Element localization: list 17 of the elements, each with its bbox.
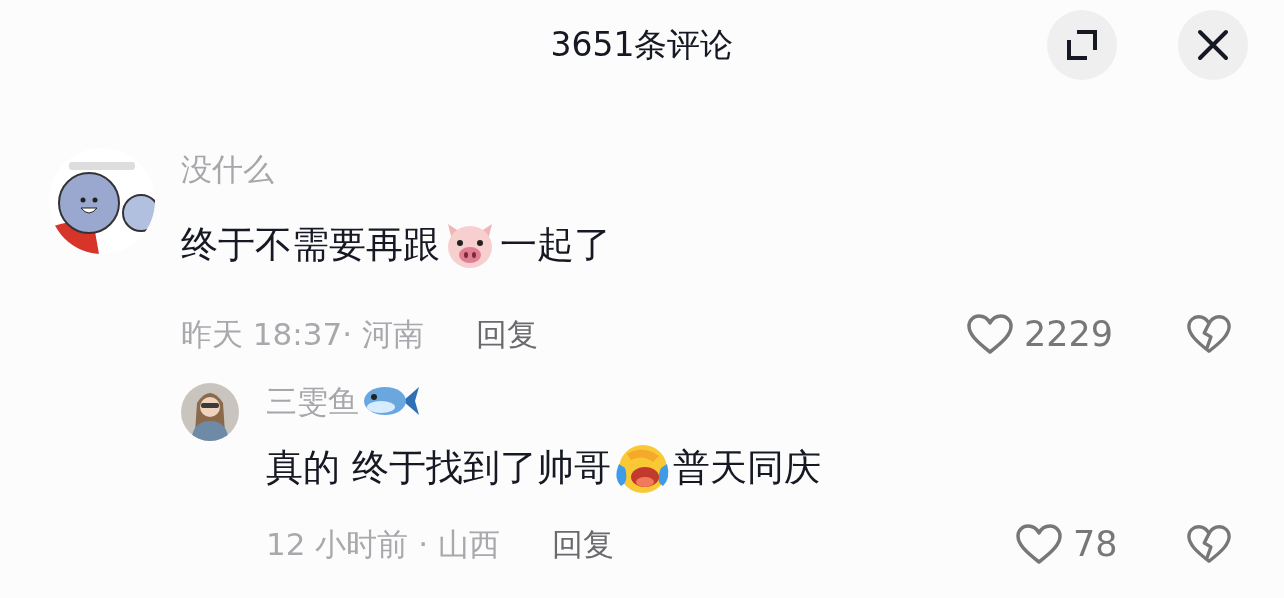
comments-title: 3651条评论 [550,24,734,67]
like-count: 2229 [1024,313,1114,357]
comment-text: 一起了 [500,223,611,268]
like-count: 78 [1073,522,1118,566]
comment-text: 真的 终于找到了帅哥 [266,445,611,491]
comment-meta: 12 小时前 · 山西 [266,524,500,564]
close-icon [1197,29,1229,61]
reply-button[interactable]: 回复 [551,520,614,568]
comment-text: 普天同庆 [672,445,821,491]
broken-heart-icon[interactable] [1186,523,1232,566]
heart-icon[interactable] [1015,523,1063,566]
expand-icon [1065,28,1099,62]
comment-meta: 昨天 18:37· 河南 [181,315,424,355]
broken-heart-icon[interactable] [1186,313,1232,356]
reply-button[interactable]: 回复 [475,311,538,358]
heart-icon[interactable] [966,313,1014,356]
comment-text: 终于不需要再跟 [181,223,440,268]
